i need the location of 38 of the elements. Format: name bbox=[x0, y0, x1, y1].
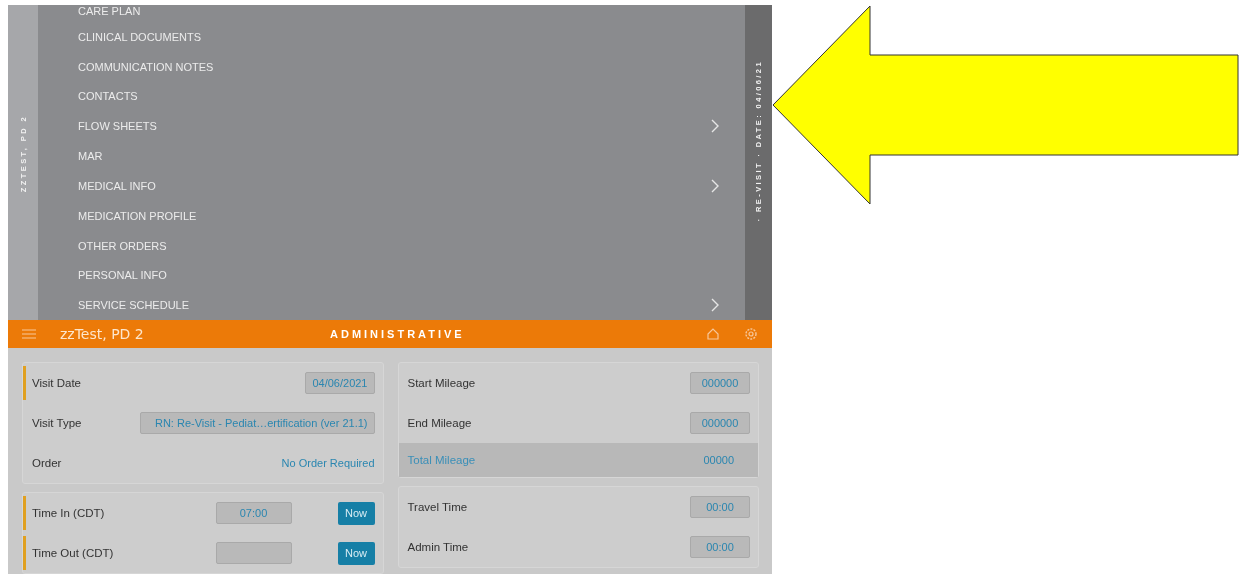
menu-item[interactable]: MEDICAL INFO bbox=[78, 171, 719, 201]
section-title: ADMINISTRATIVE bbox=[330, 328, 466, 340]
menu-icon[interactable] bbox=[22, 329, 36, 339]
time-field[interactable]: 07:00 bbox=[215, 502, 292, 524]
now-button[interactable]: Now bbox=[337, 541, 375, 565]
settings-icon[interactable] bbox=[744, 327, 758, 341]
menu-item[interactable]: CARE PLAN bbox=[78, 5, 719, 22]
patient-name: zzTest, PD 2 bbox=[60, 326, 145, 342]
field-label: Total Mileage bbox=[407, 454, 477, 466]
total-value: 00000 bbox=[703, 454, 734, 466]
field-label: End Mileage bbox=[407, 417, 473, 429]
order-link[interactable]: No Order Required bbox=[281, 457, 375, 469]
input-field[interactable]: 00:00 bbox=[690, 496, 750, 518]
field-label: Start Mileage bbox=[407, 377, 477, 389]
menu-item[interactable]: PERSONAL INFO bbox=[78, 260, 719, 291]
menu-item[interactable]: MAR bbox=[78, 141, 719, 171]
dropdown-field[interactable]: RN: Re-Visit - Pediat…ertification (ver 21.1) bbox=[139, 412, 375, 434]
home-icon[interactable] bbox=[706, 327, 720, 341]
field-label: Admin Time bbox=[407, 541, 470, 553]
field-label: Travel Time bbox=[407, 501, 469, 513]
menu-item[interactable]: CLINICAL DOCUMENTS bbox=[78, 21, 719, 52]
now-button[interactable]: Now bbox=[337, 501, 375, 525]
field-label: Visit Date bbox=[32, 377, 82, 389]
input-field[interactable]: 04/06/2021 bbox=[305, 372, 375, 394]
field-label: Time Out (CDT) bbox=[32, 547, 115, 559]
input-field[interactable]: 00:00 bbox=[690, 536, 750, 558]
menu-item[interactable]: MEDICATION PROFILE bbox=[78, 200, 719, 231]
menu-item[interactable]: SERVICE SCHEDULE bbox=[78, 290, 719, 321]
menu-item[interactable]: FLOW SHEETS bbox=[78, 111, 719, 142]
field-label: Time In (CDT) bbox=[32, 507, 106, 519]
field-label: Visit Type bbox=[32, 417, 83, 429]
menu-item[interactable]: CONTACTS bbox=[78, 81, 719, 112]
time-field[interactable] bbox=[215, 542, 292, 564]
field-label: Order bbox=[32, 457, 63, 469]
input-field[interactable]: 000000 bbox=[690, 372, 750, 394]
menu-item[interactable]: COMMUNICATION NOTES bbox=[78, 51, 719, 82]
menu-item[interactable]: OTHER ORDERS bbox=[78, 230, 719, 261]
input-field[interactable]: 000000 bbox=[690, 412, 750, 434]
